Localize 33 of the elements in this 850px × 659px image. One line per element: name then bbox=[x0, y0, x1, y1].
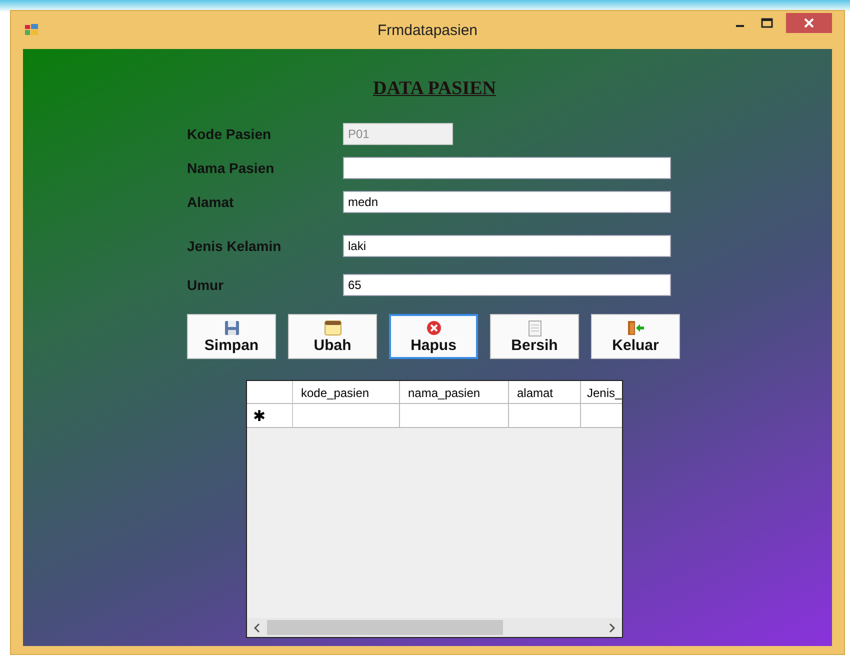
input-field[interactable]: laki bbox=[343, 235, 671, 257]
minimize-icon bbox=[736, 25, 744, 27]
scroll-left-icon[interactable] bbox=[253, 622, 261, 632]
scroll-thumb[interactable] bbox=[267, 620, 503, 635]
delete-icon bbox=[426, 319, 442, 337]
door-arrow-icon bbox=[626, 319, 644, 337]
action-button[interactable]: Bersih bbox=[490, 314, 579, 359]
field-label: Jenis Kelamin bbox=[187, 238, 282, 254]
maximize-icon bbox=[760, 18, 772, 28]
field-label: Alamat bbox=[187, 194, 235, 210]
close-button[interactable] bbox=[786, 13, 832, 33]
field-label: Nama Pasien bbox=[187, 160, 276, 176]
row-header-cell bbox=[247, 381, 293, 404]
input-field[interactable]: 65 bbox=[343, 274, 671, 296]
data-grid[interactable]: kode_pasien nama_pasien alamat Jenis_ ✱ bbox=[246, 380, 623, 638]
input-field[interactable] bbox=[343, 157, 671, 179]
table-cell bbox=[509, 404, 581, 428]
input-field[interactable]: medn bbox=[343, 191, 671, 213]
notepad-icon bbox=[324, 319, 342, 337]
field-label: Umur bbox=[187, 277, 225, 293]
form-heading: DATA PASIEN bbox=[373, 78, 496, 100]
new-row-marker: ✱ bbox=[247, 404, 293, 428]
scroll-right-icon[interactable] bbox=[608, 622, 616, 632]
window-title: Frmdatapasien bbox=[377, 22, 478, 39]
action-button[interactable]: Hapus bbox=[389, 314, 478, 359]
horizontal-scrollbar[interactable] bbox=[247, 618, 622, 637]
app-icon bbox=[25, 24, 39, 36]
action-button[interactable]: Keluar bbox=[591, 314, 680, 359]
close-icon bbox=[804, 18, 814, 28]
action-button[interactable]: Simpan bbox=[187, 314, 276, 359]
action-button[interactable]: Ubah bbox=[288, 314, 377, 359]
document-icon bbox=[528, 319, 542, 337]
field-label: Kode Pasien bbox=[187, 126, 272, 142]
